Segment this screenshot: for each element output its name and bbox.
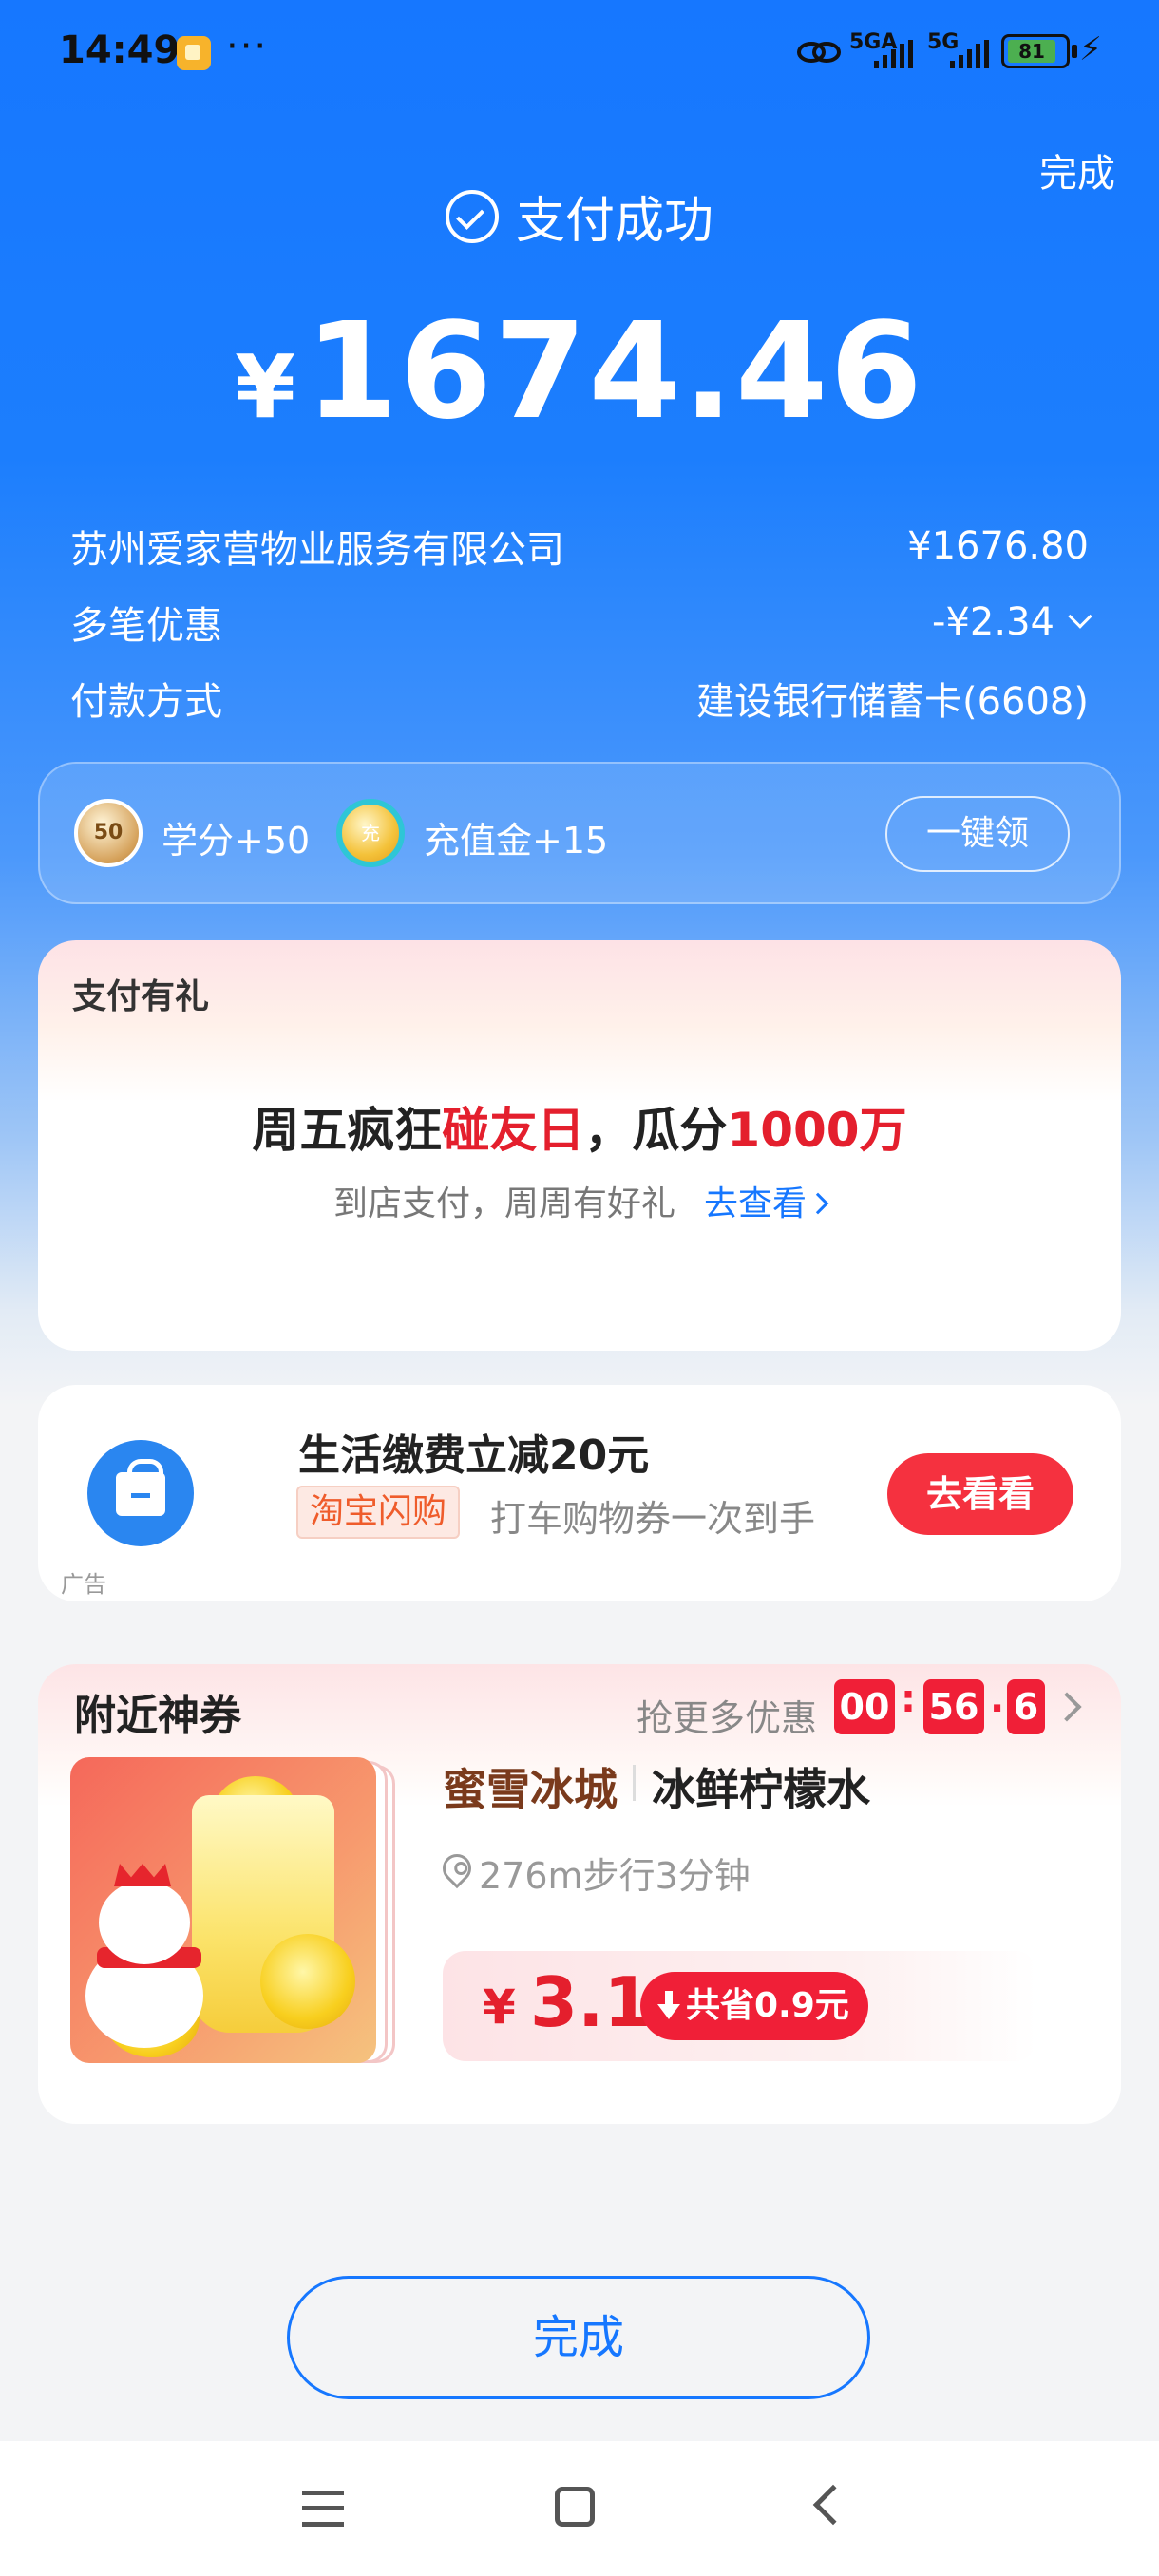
- menu-icon[interactable]: [302, 2491, 344, 2527]
- battery-icon: 81: [1001, 34, 1070, 68]
- payment-success-text: 支付成功: [515, 193, 713, 250]
- credit-reward-label: 学分+50: [162, 820, 311, 862]
- chevron-right-icon[interactable]: [1052, 1692, 1082, 1722]
- merchant-amount: ¥1676.80: [907, 524, 1089, 568]
- discount-value-group[interactable]: -¥2.34: [932, 600, 1092, 644]
- merchant-name: 苏州爱家营物业服务有限公司: [70, 528, 564, 572]
- nearby-coupon-card[interactable]: 附近神券 抢更多优惠 00 : 56 . 6 蜜雪冰城 冰鲜柠檬水 276m步行…: [38, 1664, 1121, 2124]
- payment-method-value: 建设银行储蓄卡(6608): [695, 680, 1089, 724]
- crown-icon: [114, 1864, 171, 1886]
- home-icon[interactable]: [555, 2487, 595, 2527]
- ad-card[interactable]: 广告 生活缴费立减20元 淘宝闪购 打车购物券一次到手 去看看: [38, 1385, 1121, 1601]
- battery-tip: [1072, 45, 1077, 58]
- ad-go-button[interactable]: 去看看: [887, 1453, 1074, 1535]
- payment-method-row: 付款方式 建设银行储蓄卡(6608): [70, 671, 1089, 726]
- chevron-down-icon[interactable]: [1068, 604, 1092, 629]
- brand-name: 蜜雪冰城: [443, 1764, 618, 1815]
- chevron-right-icon: [807, 1192, 829, 1215]
- countdown-separator-dot: .: [990, 1677, 1005, 1721]
- app-notification-icon: [177, 36, 211, 70]
- credit-coin-icon: 50: [74, 799, 142, 867]
- headline-highlight1: 碰友日: [442, 1103, 585, 1158]
- ad-title: 生活缴费立减20元: [298, 1431, 650, 1480]
- shopping-bag-icon: [116, 1459, 165, 1516]
- gift-view-link[interactable]: 去查看: [704, 1184, 829, 1223]
- signal-icon-2: [950, 40, 989, 68]
- lemonade-product-image[interactable]: [70, 1757, 376, 2063]
- discount-row[interactable]: 多笔优惠 -¥2.34: [70, 595, 1092, 650]
- price-currency: ¥: [483, 1979, 516, 2035]
- battery-level: 81: [1008, 40, 1055, 63]
- coupon-card-title: 附近神券: [74, 1692, 241, 1740]
- gift-card-title: 支付有礼: [72, 977, 210, 1016]
- ad-description: 打车购物券一次到手: [490, 1498, 816, 1540]
- countdown-separator: :: [901, 1677, 916, 1721]
- savings-text: 共省0.9元: [686, 1986, 849, 2025]
- status-time: 14:49: [59, 28, 180, 72]
- brand-divider: [633, 1765, 636, 1801]
- countdown-minutes: 56: [923, 1679, 984, 1734]
- merchant-row: 苏州爱家营物业服务有限公司 ¥1676.80: [70, 519, 1089, 574]
- gift-view-link-label: 去查看: [704, 1184, 808, 1223]
- lemon-icon: [260, 1934, 355, 2029]
- recharge-reward-label: 充值金+15: [424, 820, 609, 862]
- done-button[interactable]: 完成: [287, 2276, 870, 2399]
- distance-text: 276m步行3分钟: [479, 1855, 750, 1897]
- payment-success-row: 支付成功: [0, 180, 1159, 252]
- savings-badge: 共省0.9元: [640, 1972, 868, 2040]
- status-bar: 14:49 ··· 5GA 5G 81 ⚡: [0, 0, 1159, 104]
- ad-tag: 广告: [61, 1571, 106, 1598]
- gold-coin-icon: 充: [336, 799, 405, 867]
- amount-value: 1674.46: [305, 294, 924, 449]
- snowman-mascot-icon: [99, 1881, 190, 1964]
- payment-method-label: 付款方式: [70, 680, 222, 724]
- back-icon[interactable]: [812, 2484, 854, 2526]
- currency-symbol: ¥: [235, 336, 296, 438]
- countdown-tenths: 6: [1007, 1679, 1045, 1734]
- headline-part2: ，瓜分: [584, 1103, 728, 1158]
- more-deals-link[interactable]: 抢更多优惠: [636, 1689, 817, 1741]
- headline-highlight2: 1000万: [727, 1103, 907, 1158]
- ad-logo: [87, 1440, 194, 1546]
- claim-all-button[interactable]: 一键领: [885, 796, 1070, 872]
- payment-amount: ¥ 1674.46: [0, 294, 1159, 449]
- down-arrow-icon: [657, 1991, 680, 2019]
- price-box[interactable]: ¥ 3.1 共省0.9元: [443, 1951, 1037, 2061]
- location-pin-icon: [436, 1847, 478, 1889]
- gift-subtitle: 到店支付，周周有好礼: [332, 1184, 675, 1223]
- ad-badge: 淘宝闪购: [296, 1486, 461, 1539]
- pay-gift-card[interactable]: 支付有礼 周五疯狂碰友日，瓜分1000万 到店支付，周周有好礼 去查看: [38, 940, 1121, 1351]
- gift-subtitle-row: 到店支付，周周有好礼 去查看: [38, 1176, 1121, 1225]
- hd-link-icon: [797, 42, 841, 63]
- system-navigation-bar: [0, 2441, 1159, 2576]
- gift-headline: 周五疯狂碰友日，瓜分1000万: [38, 1092, 1121, 1161]
- charging-bolt-icon: ⚡: [1079, 30, 1102, 68]
- more-notifications-icon: ···: [226, 25, 269, 68]
- price-value: 3.1: [530, 1962, 652, 2042]
- countdown-hours: 00: [834, 1679, 895, 1734]
- signal-icon: [874, 40, 913, 68]
- discount-label: 多笔优惠: [70, 604, 222, 648]
- product-name: 冰鲜柠檬水: [652, 1764, 870, 1815]
- headline-part1: 周五疯狂: [252, 1103, 443, 1158]
- check-circle-icon: [445, 189, 499, 243]
- discount-value: -¥2.34: [932, 600, 1054, 644]
